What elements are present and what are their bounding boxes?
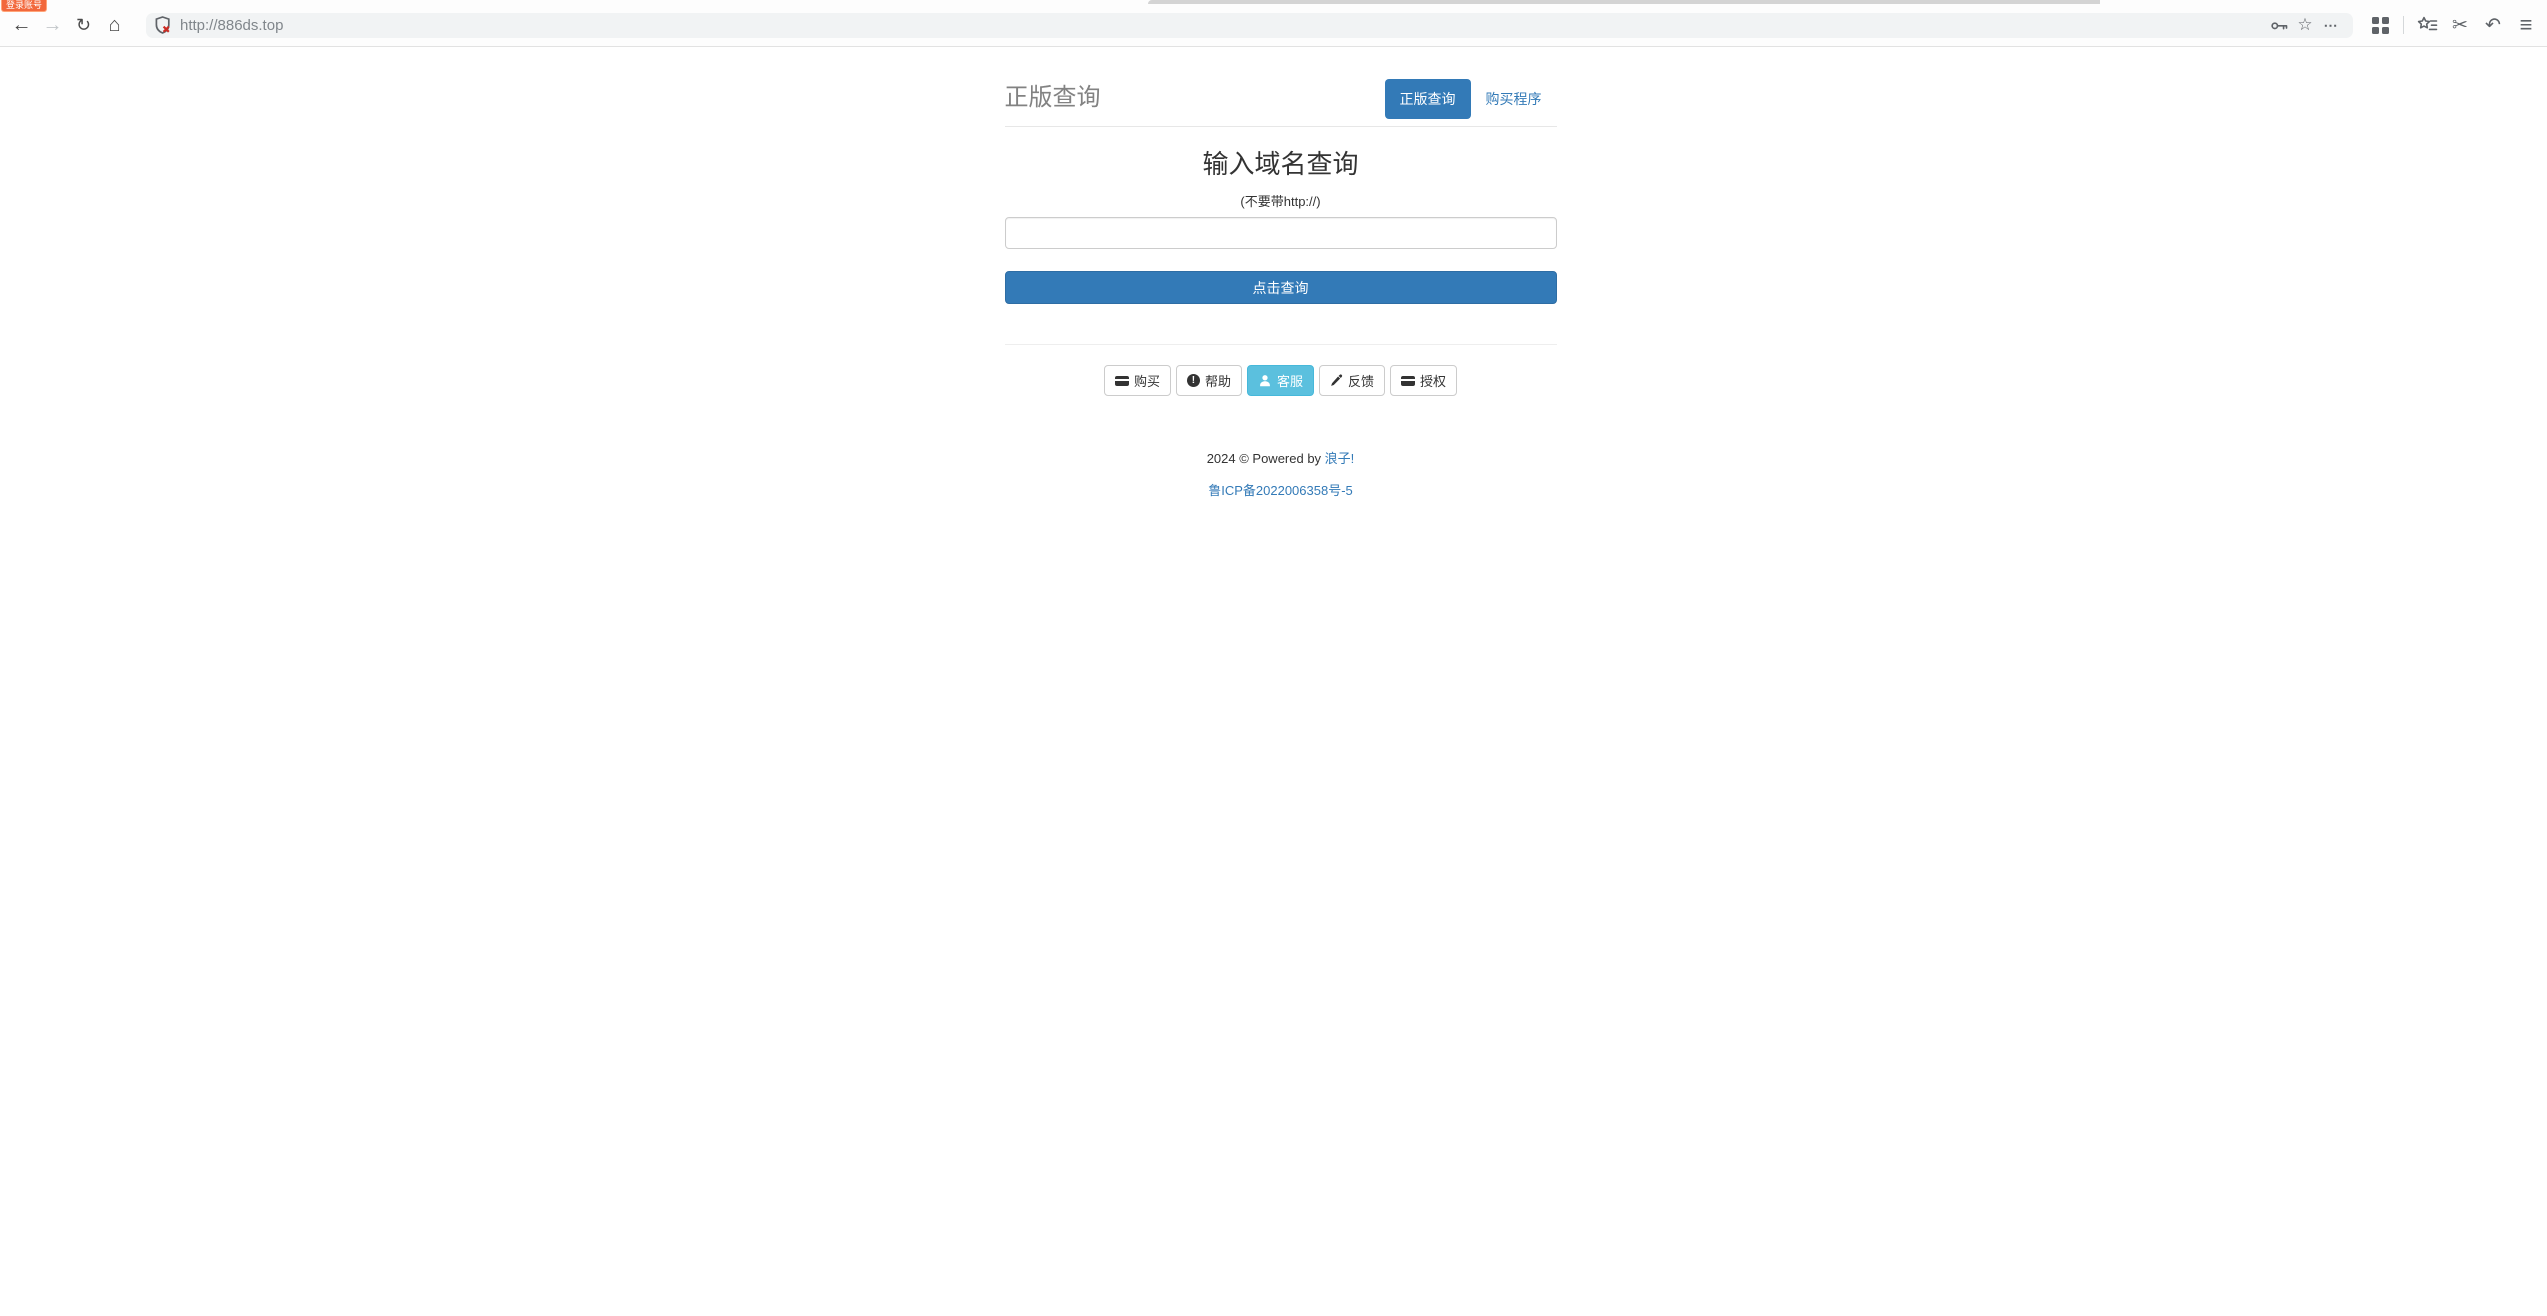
insecure-shield-icon[interactable] bbox=[155, 16, 171, 35]
help-button[interactable]: ! 帮助 bbox=[1176, 365, 1242, 396]
header-nav: 正版查询 购买程序 bbox=[1385, 79, 1557, 119]
site-brand: 正版查询 bbox=[1005, 79, 1101, 111]
page-container: 正版查询 正版查询 购买程序 输入域名查询 (不要带http://) 点击查询 … bbox=[1005, 47, 1557, 499]
nav-buy-program[interactable]: 购买程序 bbox=[1471, 79, 1557, 119]
info-circle-icon: ! bbox=[1187, 374, 1200, 387]
customer-service-button[interactable]: 客服 bbox=[1247, 365, 1314, 396]
page-title: 输入域名查询 bbox=[1005, 144, 1557, 181]
menu-icon[interactable]: ≡ bbox=[2513, 12, 2539, 38]
reload-icon[interactable]: ↻ bbox=[68, 10, 99, 41]
favorites-list-icon[interactable] bbox=[2414, 12, 2440, 38]
undo-icon[interactable]: ↶ bbox=[2480, 12, 2506, 38]
url-text[interactable]: http://886ds.top bbox=[180, 17, 2266, 34]
footer: 2024 © Powered by 浪子! bbox=[1005, 448, 1557, 467]
buy-button[interactable]: 购买 bbox=[1104, 365, 1171, 396]
action-buttons-row: 购买 ! 帮助 客服 反馈 授权 bbox=[1005, 365, 1557, 396]
toolbar-right-cluster: ✂ ↶ ≡ bbox=[2367, 12, 2539, 38]
more-actions-icon[interactable]: ⋯ bbox=[2318, 13, 2344, 37]
password-key-icon[interactable] bbox=[2266, 13, 2292, 37]
authorize-button[interactable]: 授权 bbox=[1390, 365, 1457, 396]
icp-line: 鲁ICP备2022006358号-5 bbox=[1005, 480, 1557, 499]
pencil-icon bbox=[1330, 374, 1343, 387]
user-icon bbox=[1258, 374, 1272, 388]
author-link[interactable]: 浪子! bbox=[1325, 451, 1355, 466]
login-account-badge[interactable]: 登录账号 bbox=[1, 0, 47, 12]
help-button-label: 帮助 bbox=[1205, 371, 1231, 390]
home-icon[interactable]: ⌂ bbox=[99, 10, 130, 41]
window-edge-strip bbox=[1148, 0, 2100, 4]
page-header: 正版查询 正版查询 购买程序 bbox=[1005, 47, 1557, 127]
authorize-button-label: 授权 bbox=[1420, 371, 1446, 390]
query-button[interactable]: 点击查询 bbox=[1005, 271, 1557, 304]
nav-genuine-query[interactable]: 正版查询 bbox=[1385, 79, 1471, 119]
copyright-text: 2024 © Powered by bbox=[1207, 451, 1325, 466]
section-divider bbox=[1005, 344, 1557, 345]
apps-grid-icon[interactable] bbox=[2367, 12, 2393, 38]
credit-card-icon bbox=[1115, 376, 1129, 386]
address-bar[interactable]: http://886ds.top ☆ ⋯ bbox=[146, 13, 2353, 38]
feedback-button[interactable]: 反馈 bbox=[1319, 365, 1385, 396]
credit-card-icon bbox=[1401, 376, 1415, 386]
browser-toolbar: 登录账号 ← → ↻ ⌂ http://886ds.top ☆ ⋯ bbox=[0, 0, 2547, 47]
icp-link[interactable]: 鲁ICP备2022006358号-5 bbox=[1208, 483, 1353, 498]
domain-input[interactable] bbox=[1005, 217, 1557, 249]
bookmark-star-icon[interactable]: ☆ bbox=[2292, 13, 2318, 37]
feedback-button-label: 反馈 bbox=[1348, 371, 1374, 390]
customer-service-label: 客服 bbox=[1277, 371, 1303, 390]
forward-icon[interactable]: → bbox=[37, 10, 68, 41]
toolbar-divider bbox=[2403, 16, 2404, 34]
buy-button-label: 购买 bbox=[1134, 371, 1160, 390]
back-icon[interactable]: ← bbox=[6, 10, 37, 41]
screenshot-scissors-icon[interactable]: ✂ bbox=[2447, 12, 2473, 38]
page-subtitle: (不要带http://) bbox=[1005, 191, 1557, 210]
